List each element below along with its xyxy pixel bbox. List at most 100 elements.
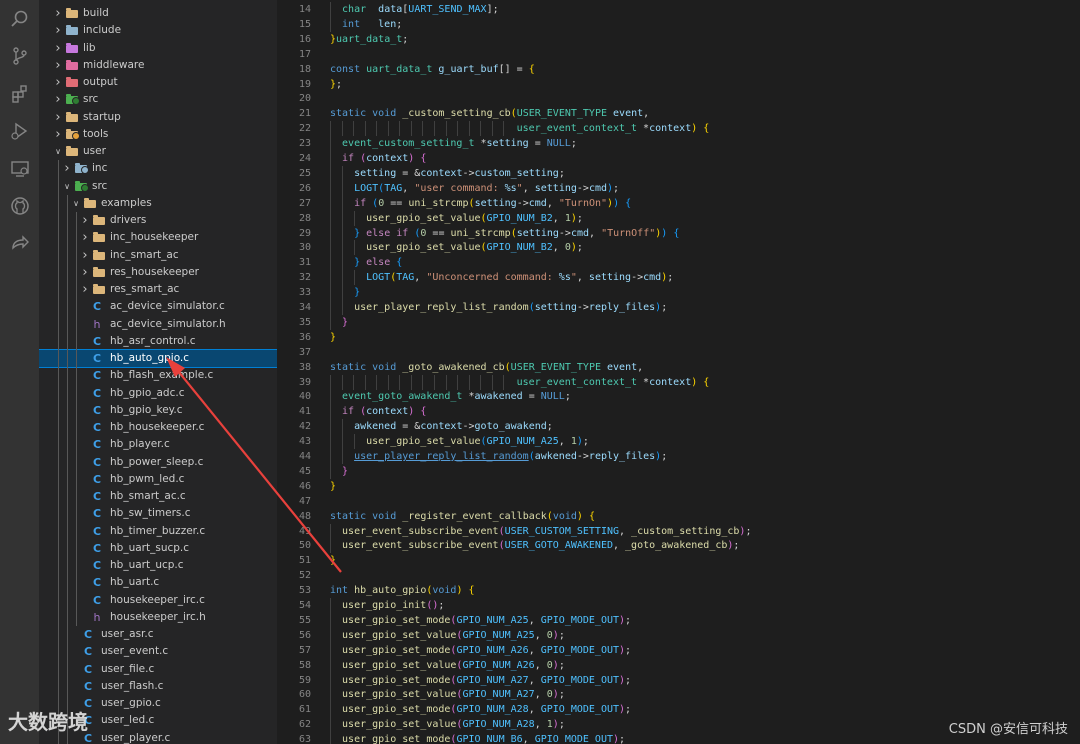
code-line[interactable]: 36} — [277, 330, 1080, 345]
tree-file[interactable]: Chb_timer_buzzer.c — [39, 523, 277, 540]
code-line[interactable]: 53 int hb_auto_gpio(void) { — [277, 583, 1080, 598]
tree-file[interactable]: Chb_sw_timers.c — [39, 505, 277, 522]
code-line[interactable]: 29} else if (0 == uni_strcmp(setting->cm… — [277, 225, 1080, 241]
tree-file[interactable]: Cuser_flash.c — [39, 678, 277, 695]
tree-file[interactable]: Chb_uart.c — [39, 574, 277, 591]
tree-folder[interactable]: › build — [39, 5, 277, 22]
tree-folder[interactable]: › lib — [39, 40, 277, 57]
chevron-right-icon[interactable]: › — [53, 40, 63, 57]
tree-file[interactable]: Chb_power_sleep.c — [39, 454, 277, 471]
code-line[interactable]: 32 LOGT(TAG, "Unconcerned command: %s", s… — [277, 270, 1080, 286]
tree-folder[interactable]: › inc_housekeeper — [39, 229, 277, 246]
live-share-icon[interactable] — [6, 230, 33, 257]
code-line[interactable]: 42 awkened = &context->goto_awakend; — [277, 419, 1080, 435]
code-line[interactable]: 49 user_event_subscribe_event(USER_CUSTOM… — [277, 523, 1080, 539]
code-line[interactable]: 48 static void _register_event_callback(v… — [277, 509, 1080, 524]
code-editor[interactable]: 14 char data[UART_SEND_MAX]; 15 int len; 16}… — [277, 0, 1080, 744]
code-line[interactable]: 16}uart_data_t; — [277, 32, 1080, 47]
code-line[interactable]: 57 user_gpio_set_mode(GPIO_NUM_A26, GPIO_… — [277, 642, 1080, 658]
code-line[interactable]: 31} else { — [277, 255, 1080, 271]
tree-file[interactable]: Chb_pwm_led.c — [39, 471, 277, 488]
code-line[interactable]: 21 static void _custom_setting_cb(USER_EV… — [277, 106, 1080, 121]
chevron-right-icon[interactable]: › — [80, 264, 90, 281]
tree-file[interactable]: Chousekeeper_irc.c — [39, 592, 277, 609]
code-line[interactable]: 30 user_gpio_set_value(GPIO_NUM_B2, 0); — [277, 240, 1080, 256]
chevron-right-icon[interactable]: › — [62, 160, 72, 177]
tree-file[interactable]: Chb_asr_control.c — [39, 333, 277, 350]
code-line[interactable]: 56 user_gpio_set_value(GPIO_NUM_A25, 0); — [277, 627, 1080, 643]
code-line[interactable]: 54 user_gpio_init(); — [277, 598, 1080, 613]
code-line[interactable]: 47 — [277, 494, 1080, 509]
chevron-right-icon[interactable]: › — [80, 229, 90, 246]
tree-folder[interactable]: ∨ examples — [39, 195, 277, 212]
tree-folder[interactable]: › drivers — [39, 212, 277, 229]
code-line[interactable]: 39 user_event_context_t *context) { — [277, 374, 1080, 390]
code-line[interactable]: 45} — [277, 463, 1080, 479]
run-debug-icon[interactable] — [6, 118, 33, 145]
code-line[interactable]: 27 if (0 == uni_strcmp(setting->cmd, "Tur… — [277, 195, 1080, 211]
tree-folder[interactable]: › include — [39, 22, 277, 39]
tree-file[interactable]: h ac_device_simulator.h — [39, 316, 277, 333]
code-line[interactable]: 58 user_gpio_set_value(GPIO_NUM_A26, 0); — [277, 657, 1080, 673]
tree-folder[interactable]: › res_smart_ac — [39, 281, 277, 298]
code-line[interactable]: 17 — [277, 47, 1080, 62]
code-line[interactable]: 38 static void _goto_awakened_cb(USER_EVE… — [277, 360, 1080, 375]
remote-explorer-icon[interactable] — [6, 155, 33, 182]
code-line[interactable]: 25 setting = &context->custom_setting; — [277, 165, 1080, 181]
code-line[interactable]: 52 — [277, 568, 1080, 583]
code-line[interactable]: 14 char data[UART_SEND_MAX]; — [277, 2, 1080, 17]
code-line[interactable]: 33} — [277, 285, 1080, 301]
chevron-right-icon[interactable]: › — [53, 57, 63, 74]
tree-file[interactable]: h housekeeper_irc.h — [39, 609, 277, 626]
chevron-right-icon[interactable]: › — [53, 109, 63, 126]
search-icon[interactable] — [6, 5, 33, 32]
tree-file[interactable]: Cuser_event.c — [39, 643, 277, 660]
code-line[interactable]: 61 user_gpio_set_mode(GPIO_NUM_A28, GPIO_… — [277, 702, 1080, 718]
chevron-right-icon[interactable]: › — [53, 5, 63, 22]
code-line[interactable]: 44 user_player_reply_list_random(awkened-… — [277, 449, 1080, 464]
tree-folder[interactable]: › output — [39, 74, 277, 91]
code-line[interactable]: 20 — [277, 91, 1080, 106]
tree-file[interactable]: Chb_housekeeper.c — [39, 419, 277, 436]
tree-file[interactable]: Chb_auto_gpio.c — [39, 349, 277, 368]
code-line[interactable]: 51} — [277, 553, 1080, 568]
tree-folder[interactable]: ∨ src — [39, 178, 277, 195]
tree-file[interactable]: Chb_uart_sucp.c — [39, 540, 277, 557]
chevron-down-icon[interactable]: ∨ — [53, 143, 63, 160]
tree-folder[interactable]: › inc_smart_ac — [39, 247, 277, 264]
source-control-icon[interactable] — [6, 43, 33, 70]
chevron-down-icon[interactable]: ∨ — [62, 178, 72, 195]
code-line[interactable]: 37 — [277, 345, 1080, 360]
tree-file[interactable]: Chb_player.c — [39, 436, 277, 453]
code-line[interactable]: 60 user_gpio_set_value(GPIO_NUM_A27, 0); — [277, 687, 1080, 703]
code-line[interactable]: 35} — [277, 314, 1080, 330]
chevron-down-icon[interactable]: ∨ — [71, 195, 81, 212]
chevron-right-icon[interactable]: › — [53, 22, 63, 39]
code-line[interactable]: 46} — [277, 479, 1080, 494]
code-line[interactable]: 22 user_event_context_t *context) { — [277, 121, 1080, 137]
tree-folder[interactable]: › res_housekeeper — [39, 264, 277, 281]
chevron-right-icon[interactable]: › — [53, 74, 63, 91]
tree-file[interactable]: Chb_flash_example.c — [39, 367, 277, 384]
tree-folder[interactable]: ∨ user — [39, 143, 277, 160]
tree-file[interactable]: Cac_device_simulator.c — [39, 298, 277, 315]
extensions-icon[interactable] — [6, 80, 33, 107]
code-line[interactable]: 34 user_player_reply_list_random(setting-… — [277, 300, 1080, 315]
chevron-right-icon[interactable]: › — [53, 91, 63, 108]
tree-file[interactable]: Chb_gpio_key.c — [39, 402, 277, 419]
tree-folder[interactable]: › middleware — [39, 57, 277, 74]
code-line[interactable]: 50 user_event_subscribe_event(USER_GOTO_A… — [277, 538, 1080, 554]
tree-file[interactable]: Cuser_file.c — [39, 661, 277, 678]
code-line[interactable]: 43 user_gpio_set_value(GPIO_NUM_A25, 1); — [277, 434, 1080, 450]
tree-folder[interactable]: › src — [39, 91, 277, 108]
code-line[interactable]: 59 user_gpio_set_mode(GPIO_NUM_A27, GPIO_… — [277, 672, 1080, 688]
code-line[interactable]: 15 int len; — [277, 16, 1080, 32]
code-line[interactable]: 40 event_goto_awakend_t *awakened = NULL; — [277, 389, 1080, 405]
tree-folder[interactable]: › startup — [39, 109, 277, 126]
tree-file[interactable]: Cuser_asr.c — [39, 626, 277, 643]
code-line[interactable]: 28 user_gpio_set_value(GPIO_NUM_B2, 1); — [277, 210, 1080, 226]
code-line[interactable]: 26 LOGT(TAG, "user command: %s", setting-… — [277, 180, 1080, 196]
code-line[interactable]: 24 if (context) { — [277, 151, 1080, 166]
code-line[interactable]: 18 const uart_data_t g_uart_buf[] = { — [277, 62, 1080, 77]
chevron-right-icon[interactable]: › — [80, 212, 90, 229]
